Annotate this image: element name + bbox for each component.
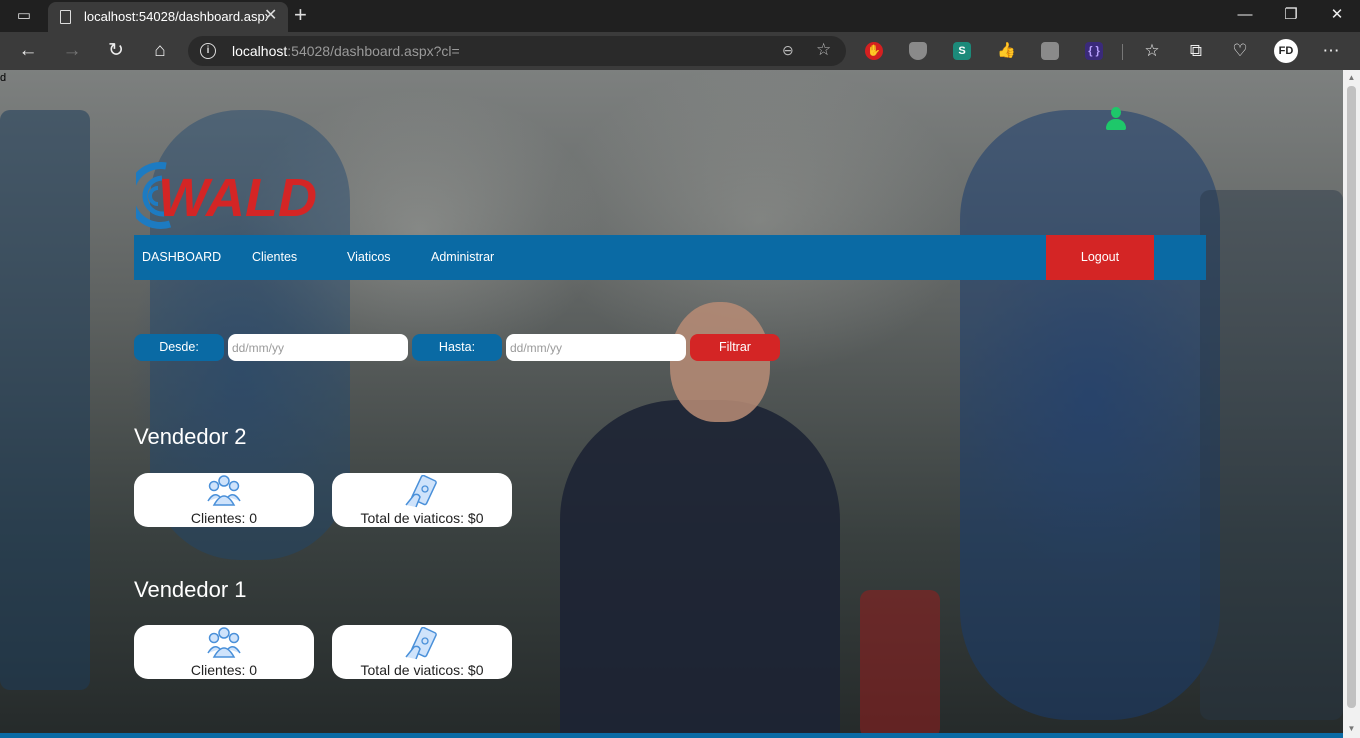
nav-viaticos[interactable]: Viaticos (347, 235, 391, 280)
new-tab-icon[interactable]: + (294, 3, 307, 27)
thumb-extension-icon[interactable]: 👍 (997, 42, 1016, 60)
desde-date-input[interactable] (228, 334, 408, 361)
people-icon (207, 475, 241, 506)
zoom-icon[interactable]: ⊖ (782, 42, 794, 59)
scrollbar-thumb[interactable] (1347, 86, 1356, 708)
filtrar-button[interactable]: Filtrar (690, 334, 780, 361)
json-extension-icon[interactable]: { } (1085, 42, 1103, 60)
more-menu-icon[interactable]: ⋯ (1320, 40, 1342, 62)
clientes-card[interactable]: Clientes: 0 (134, 473, 314, 527)
viaticos-total: Total de viaticos: $0 (360, 510, 484, 526)
url-text[interactable]: localhost:54028/dashboard.aspx?cl= (232, 43, 460, 59)
people-icon (207, 627, 241, 658)
background-pipe (1200, 190, 1343, 720)
viaticos-total: Total de viaticos: $0 (360, 662, 484, 678)
desde-label: Desde: (134, 334, 224, 361)
s-extension-icon[interactable]: S (953, 42, 971, 60)
page-footer-bar (0, 733, 1343, 738)
background-red-valve (860, 590, 940, 738)
favorites-icon[interactable]: ☆ (1141, 40, 1163, 62)
back-icon[interactable]: ← (16, 40, 40, 62)
clientes-count: Clientes: 0 (190, 662, 258, 678)
vendor-title: Vendedor 1 (134, 577, 247, 602)
minimize-button[interactable]: — (1235, 5, 1255, 25)
shield-extension-icon[interactable] (909, 42, 927, 60)
wald-logo: WALD (136, 162, 317, 230)
logout-button[interactable]: Logout (1046, 235, 1154, 280)
collections-icon[interactable]: ⧉ (1185, 40, 1207, 62)
document-icon (60, 10, 71, 24)
scroll-down-icon[interactable]: ▼ (1347, 724, 1356, 734)
browser-essentials-icon[interactable]: ♡ (1229, 40, 1251, 62)
logo-text: WALD (158, 168, 317, 228)
background-valve (960, 110, 1220, 720)
tab-close-icon[interactable]: ✕ (264, 7, 277, 25)
vendor-title: Vendedor 2 (134, 424, 247, 449)
home-icon[interactable]: ⌂ (148, 40, 172, 62)
address-bar[interactable]: i localhost:54028/dashboard.aspx?cl= ⊖ ☆ (188, 36, 846, 66)
maximize-button[interactable]: ❐ (1281, 5, 1301, 25)
user-icon[interactable] (1104, 107, 1128, 131)
browser-tab-bar: ▭ localhost:54028/dashboard.aspx?cl= ✕ +… (0, 0, 1360, 32)
nav-administrar[interactable]: Administrar (431, 235, 494, 280)
nav-dashboard[interactable]: DASHBOARD (142, 235, 221, 280)
toolbar-separator (1122, 44, 1123, 60)
background-worker (560, 400, 840, 738)
viaticos-card[interactable]: Total de viaticos: $0 (332, 625, 512, 679)
main-navbar: DASHBOARD Clientes Viaticos Administrar … (134, 235, 1206, 280)
page-viewport: d WALD DASHBOARD Clientes Viaticos Admin… (0, 70, 1343, 738)
profile-avatar[interactable]: FD (1274, 39, 1298, 63)
money-icon (405, 475, 437, 508)
background-worker-head (670, 302, 770, 422)
adblock-extension-icon[interactable]: ✋ (865, 42, 883, 60)
hasta-label: Hasta: (412, 334, 502, 361)
tab-title: localhost:54028/dashboard.aspx?cl= (84, 9, 268, 24)
close-window-button[interactable]: ✕ (1327, 5, 1347, 25)
vertical-scrollbar[interactable]: ▲ ▼ (1343, 70, 1360, 738)
clientes-count: Clientes: 0 (190, 510, 258, 526)
info-icon[interactable]: i (200, 43, 216, 59)
favorite-add-icon[interactable]: ☆ (816, 40, 831, 60)
copy-extension-icon[interactable] (1041, 42, 1059, 60)
browser-toolbar: ← → ↻ ⌂ i localhost:54028/dashboard.aspx… (0, 32, 1360, 70)
corner-text: d (0, 72, 7, 84)
money-icon (405, 627, 437, 660)
forward-icon[interactable]: → (60, 40, 84, 62)
scroll-up-icon[interactable]: ▲ (1347, 73, 1356, 83)
browser-tab[interactable]: localhost:54028/dashboard.aspx?cl= ✕ (48, 2, 288, 32)
nav-clientes[interactable]: Clientes (252, 235, 297, 280)
hasta-date-input[interactable] (506, 334, 686, 361)
refresh-icon[interactable]: ↻ (104, 40, 128, 62)
background-pipe (0, 110, 90, 690)
tab-actions-icon[interactable]: ▭ (12, 6, 36, 26)
clientes-card[interactable]: Clientes: 0 (134, 625, 314, 679)
viaticos-card[interactable]: Total de viaticos: $0 (332, 473, 512, 527)
